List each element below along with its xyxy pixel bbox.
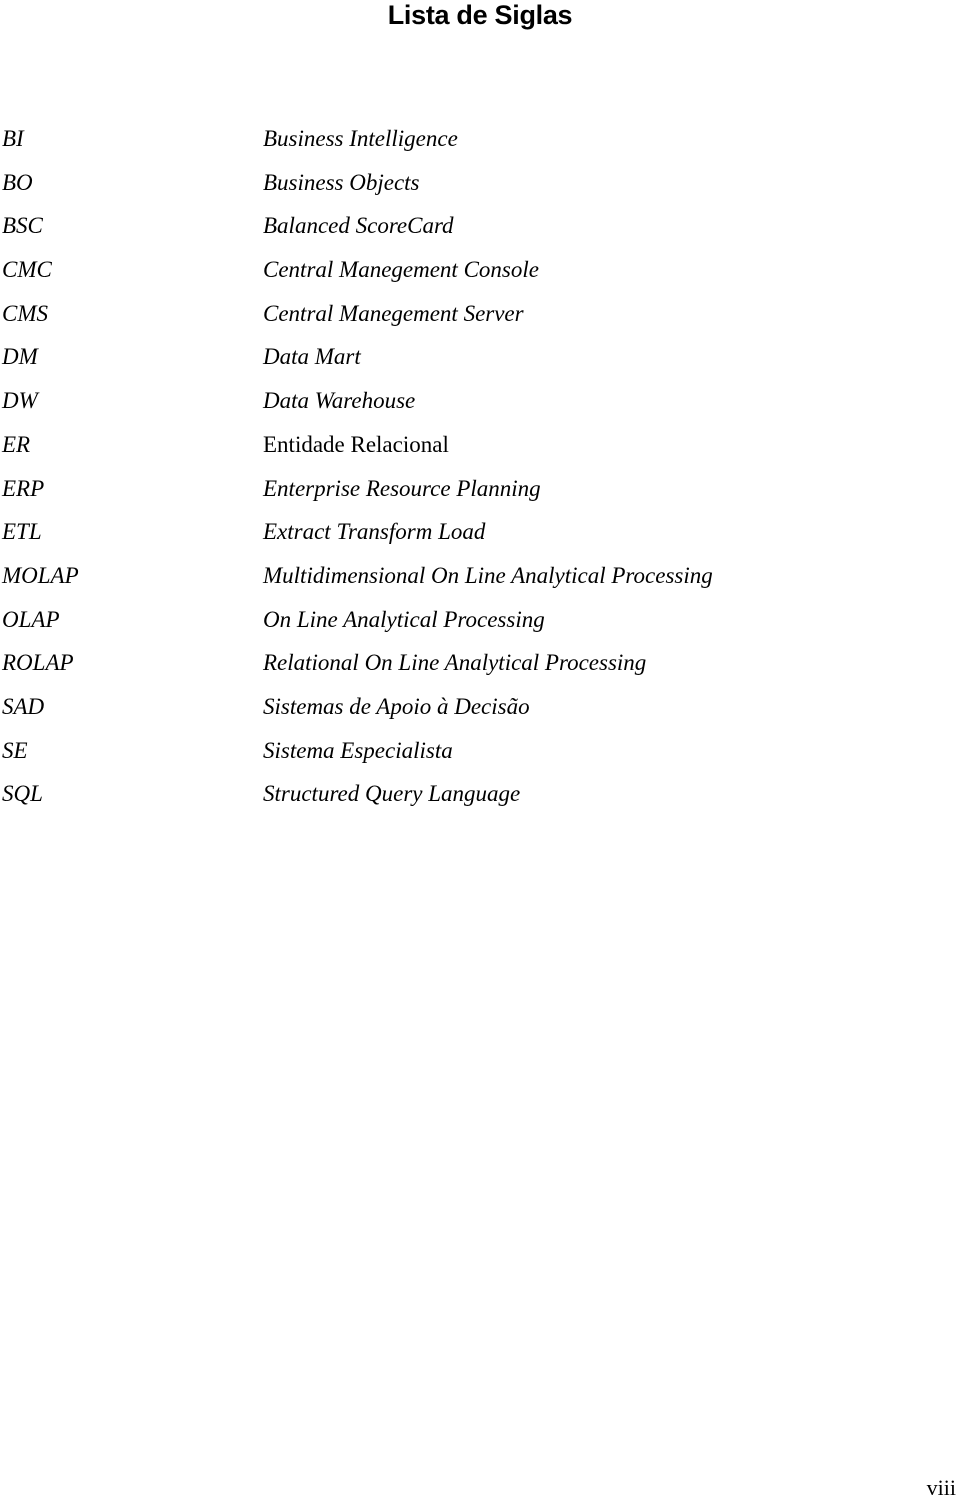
acronym: ERP [2,475,45,501]
acronym-definition: Entidade Relacional [263,431,449,457]
acronym-definition: Relational On Line Analytical Processing [263,650,647,676]
acronym: OLAP [2,606,60,632]
acronym: BSC [2,213,43,239]
acronym-definition: Sistema Especialista [263,737,453,763]
acronym-definition: Sistemas de Apoio à Decisão [263,693,530,719]
page-number: viii [926,1475,956,1500]
acronym: CMC [2,257,52,283]
acronym: ER [2,431,31,457]
acronym-definition: On Line Analytical Processing [263,606,545,632]
acronym-definition: Data Mart [263,344,361,370]
acronym-definition: Extract Transform Load [263,519,486,545]
acronym: DM [2,344,38,370]
acronym-definition: Central Manegement Console [263,257,539,283]
acronym-definition: Data Warehouse [263,388,416,414]
acronym: BI [2,126,24,151]
acronym: DW [2,388,38,414]
acronym: MOLAP [2,562,79,588]
page-title: Lista de Siglas [387,0,573,30]
acronym-definition: Balanced ScoreCard [263,213,454,239]
acronym: SAD [2,693,45,719]
acronym-definition: Structured Query Language [263,781,521,807]
acronym: ROLAP [2,650,74,676]
acronym: BO [2,169,33,195]
acronym-definition: Central Manegement Server [263,300,524,326]
acronym: CMS [2,300,48,326]
acronym: SQL [2,781,43,807]
acronym: ETL [2,519,42,545]
acronym: SE [2,737,28,763]
acronym-definition: Business Intelligence [263,126,458,151]
acronym-definition: Enterprise Resource Planning [263,475,541,501]
acronym-definition: Business Objects [263,169,420,195]
acronym-definition: Multidimensional On Line Analytical Proc… [263,562,713,588]
